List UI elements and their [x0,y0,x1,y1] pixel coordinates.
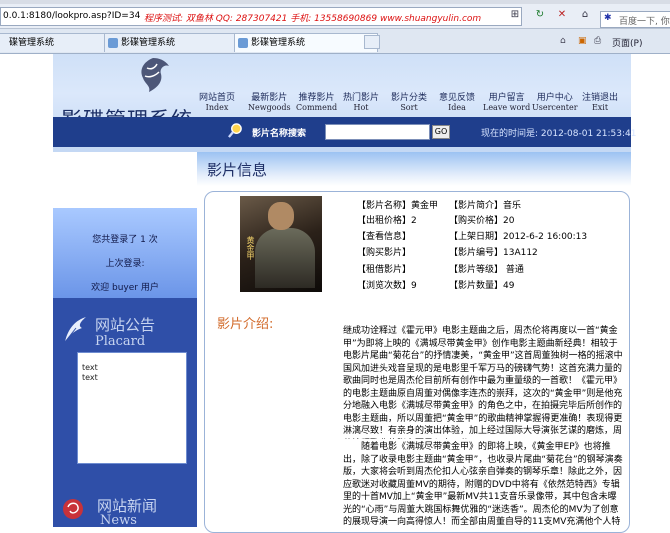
nav-sort[interactable]: 影片分类 Sort [391,90,427,112]
nav-commend[interactable]: 推荐影片 Commend [296,90,337,112]
intro-paragraph-1: 继成功诠释过《霍元甲》电影主题曲之后，周杰伦将再度以一首“黄金甲”为即将上映的《… [343,326,623,439]
info-grade: 【影片等级】 普通 [449,265,524,275]
rent-movie-link[interactable]: 【租借影片】 [357,262,411,275]
stop-icon[interactable]: ✕ [555,8,569,22]
dragon-logo-icon [141,58,169,92]
info-date: 【上架日期】2012-6-2 16:00:13 [449,232,588,242]
address-ticker: 程序测试: 双鱼林 QQ: 287307421 手机: 13558690869 … [144,14,482,24]
page-icon [238,38,248,48]
baidu-paw-icon: ✱ [604,13,612,23]
info-quantity: 【影片数量】49 [449,281,515,291]
refresh-icon[interactable]: ↻ [533,8,547,22]
info-views: 【浏览次数】9 [357,281,417,291]
info-view-link[interactable]: 【查看信息】 [357,229,411,242]
address-bar-row: 0.0.1:8180/lookpro.asp?ID=34 程序测试: 双鱼林 Q… [0,4,670,29]
print-icon[interactable]: ⎙ [594,36,601,46]
poster-caption: 黄金甲 [246,236,255,260]
address-url: 0.0.1:8180/lookpro.asp?ID=34 [3,11,141,21]
tab-strip: 碟管理系统 影碟管理系统 影碟管理系统 ✕ ⌂ ▣ ⎙ 页面(P) [0,29,670,54]
intro-paragraph-2: 随着电影《满城尽带黄金甲》的即将上映，《黄金甲EP》也将推出，除了收录电影主题曲… [343,442,623,527]
poster-armor [255,228,315,288]
placard-en: Placard [95,334,146,349]
info-code: 【影片编号】13A112 [449,248,538,258]
tab-2-label: 影碟管理系统 [121,38,176,48]
poster-face [268,202,294,230]
news-swirl-icon [63,499,83,519]
main-title-bar: 影片信息 [197,152,631,186]
tab-3-active[interactable]: 影碟管理系统 ✕ [234,33,378,52]
info-rent-price: 【出租价格】2 [357,216,417,226]
tab-1[interactable]: 碟管理系统 [0,33,105,52]
current-time: 现在的时间是: 2012-08-01 21:53:41 [481,129,637,139]
info-buy-price: 【购买价格】20 [449,216,515,226]
tab-1-label: 碟管理系统 [9,38,55,48]
compat-view-icon[interactable]: ⊞ [508,8,522,22]
last-login-label: 上次登录: [105,259,145,269]
quill-icon [64,317,86,343]
search-provider-icon[interactable]: ⌂ [578,8,592,22]
site-search-bar: 影片名称搜索 GO 现在的时间是: 2012-08-01 21:53:41 [53,117,636,147]
page-menu[interactable]: 页面(P) [612,36,642,49]
tab-3-label: 影碟管理系统 [251,38,306,48]
magnifier-icon [228,123,242,138]
tab-2[interactable]: 影碟管理系统 [104,33,248,52]
welcome-user: 欢迎 buyer 用户 [91,283,159,293]
login-count: 您共登录了 1 次 [92,235,158,245]
nav-idea[interactable]: 意见反馈 Idea [439,90,475,112]
nav-index[interactable]: 网站首页 Index [199,90,235,112]
user-panel: 您共登录了 1 次 上次登录: 欢迎 buyer 用户 [53,208,197,298]
new-tab-button[interactable] [364,35,380,49]
page-icon [108,38,118,48]
home-icon[interactable]: ⌂ [560,36,566,46]
placard-title: 网站公告 [95,316,156,334]
left-spacer [53,152,197,208]
nav-newgoods[interactable]: 最新影片 Newgoods [248,90,291,112]
movie-name-search-input[interactable] [325,124,430,140]
nav-leave-word[interactable]: 用户留言 Leave word [483,90,530,112]
nav-usercenter[interactable]: 用户中心 Usercenter [532,90,578,112]
placard-text-1: text [82,363,98,372]
info-name: 【影片名称】黄金甲 [357,201,439,211]
go-button[interactable]: GO [432,125,450,139]
info-summary: 【影片简介】音乐 [449,201,522,211]
address-input[interactable]: 0.0.1:8180/lookpro.asp?ID=34 程序测试: 双鱼林 Q… [0,7,522,26]
browser-search-placeholder: 百度一下, 你 [619,17,670,27]
intro-title: 影片介绍: [217,317,274,332]
nav-exit[interactable]: 注销退出 Exit [582,90,618,112]
news-en: News [100,513,137,528]
buy-movie-link[interactable]: 【购买影片】 [357,245,411,258]
feeds-icon[interactable]: ▣ [578,36,587,46]
placard-text-2: text [82,373,98,382]
nav-hot[interactable]: 热门影片 Hot [343,90,379,112]
page-title: 影片信息 [207,161,268,179]
browser-search-input[interactable]: ✱ 百度一下, 你 [600,11,670,28]
search-label: 影片名称搜索 [252,129,307,139]
placard-body: text text [77,352,187,464]
